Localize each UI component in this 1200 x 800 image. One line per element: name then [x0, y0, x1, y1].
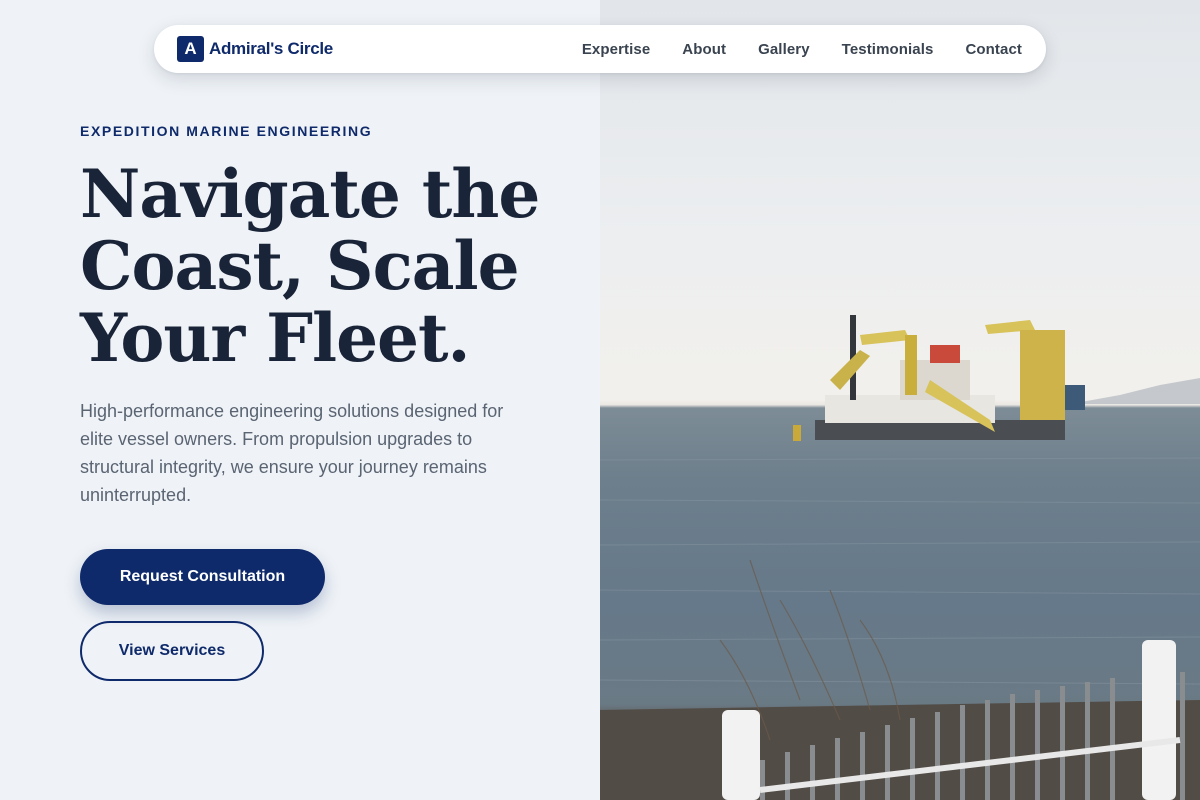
nav-link-contact[interactable]: Contact — [965, 41, 1022, 58]
top-navbar: A Admiral's Circle Expertise About Galle… — [154, 25, 1046, 73]
ship-at-sea-illustration — [600, 315, 1200, 800]
brand-logo[interactable]: A Admiral's Circle — [177, 36, 333, 62]
hero-headline-line: Your Fleet. — [80, 299, 471, 377]
nav-link-about[interactable]: About — [682, 41, 726, 58]
brand-name: Admiral's Circle — [209, 39, 333, 58]
request-consultation-button[interactable]: Request Consultation — [80, 549, 325, 605]
hero-headline: Navigate the Coast, Scale Your Fleet. — [80, 158, 580, 374]
hero-headline-line: Coast, Scale — [80, 227, 520, 305]
nav-links: Expertise About Gallery Testimonials Con… — [582, 41, 1022, 58]
hero-headline-line: Navigate the — [80, 155, 540, 233]
hero-description: High-performance engineering solutions d… — [80, 401, 504, 505]
nav-link-gallery[interactable]: Gallery — [758, 41, 810, 58]
logo-letter-icon: A — [177, 36, 204, 62]
nav-link-testimonials[interactable]: Testimonials — [842, 41, 934, 58]
nav-link-expertise[interactable]: Expertise — [582, 41, 650, 58]
view-services-button[interactable]: View Services — [80, 621, 264, 681]
hero-photo-dredger-ship — [600, 0, 1200, 800]
hero-eyebrow: EXPEDITION MARINE ENGINEERING — [80, 123, 373, 139]
